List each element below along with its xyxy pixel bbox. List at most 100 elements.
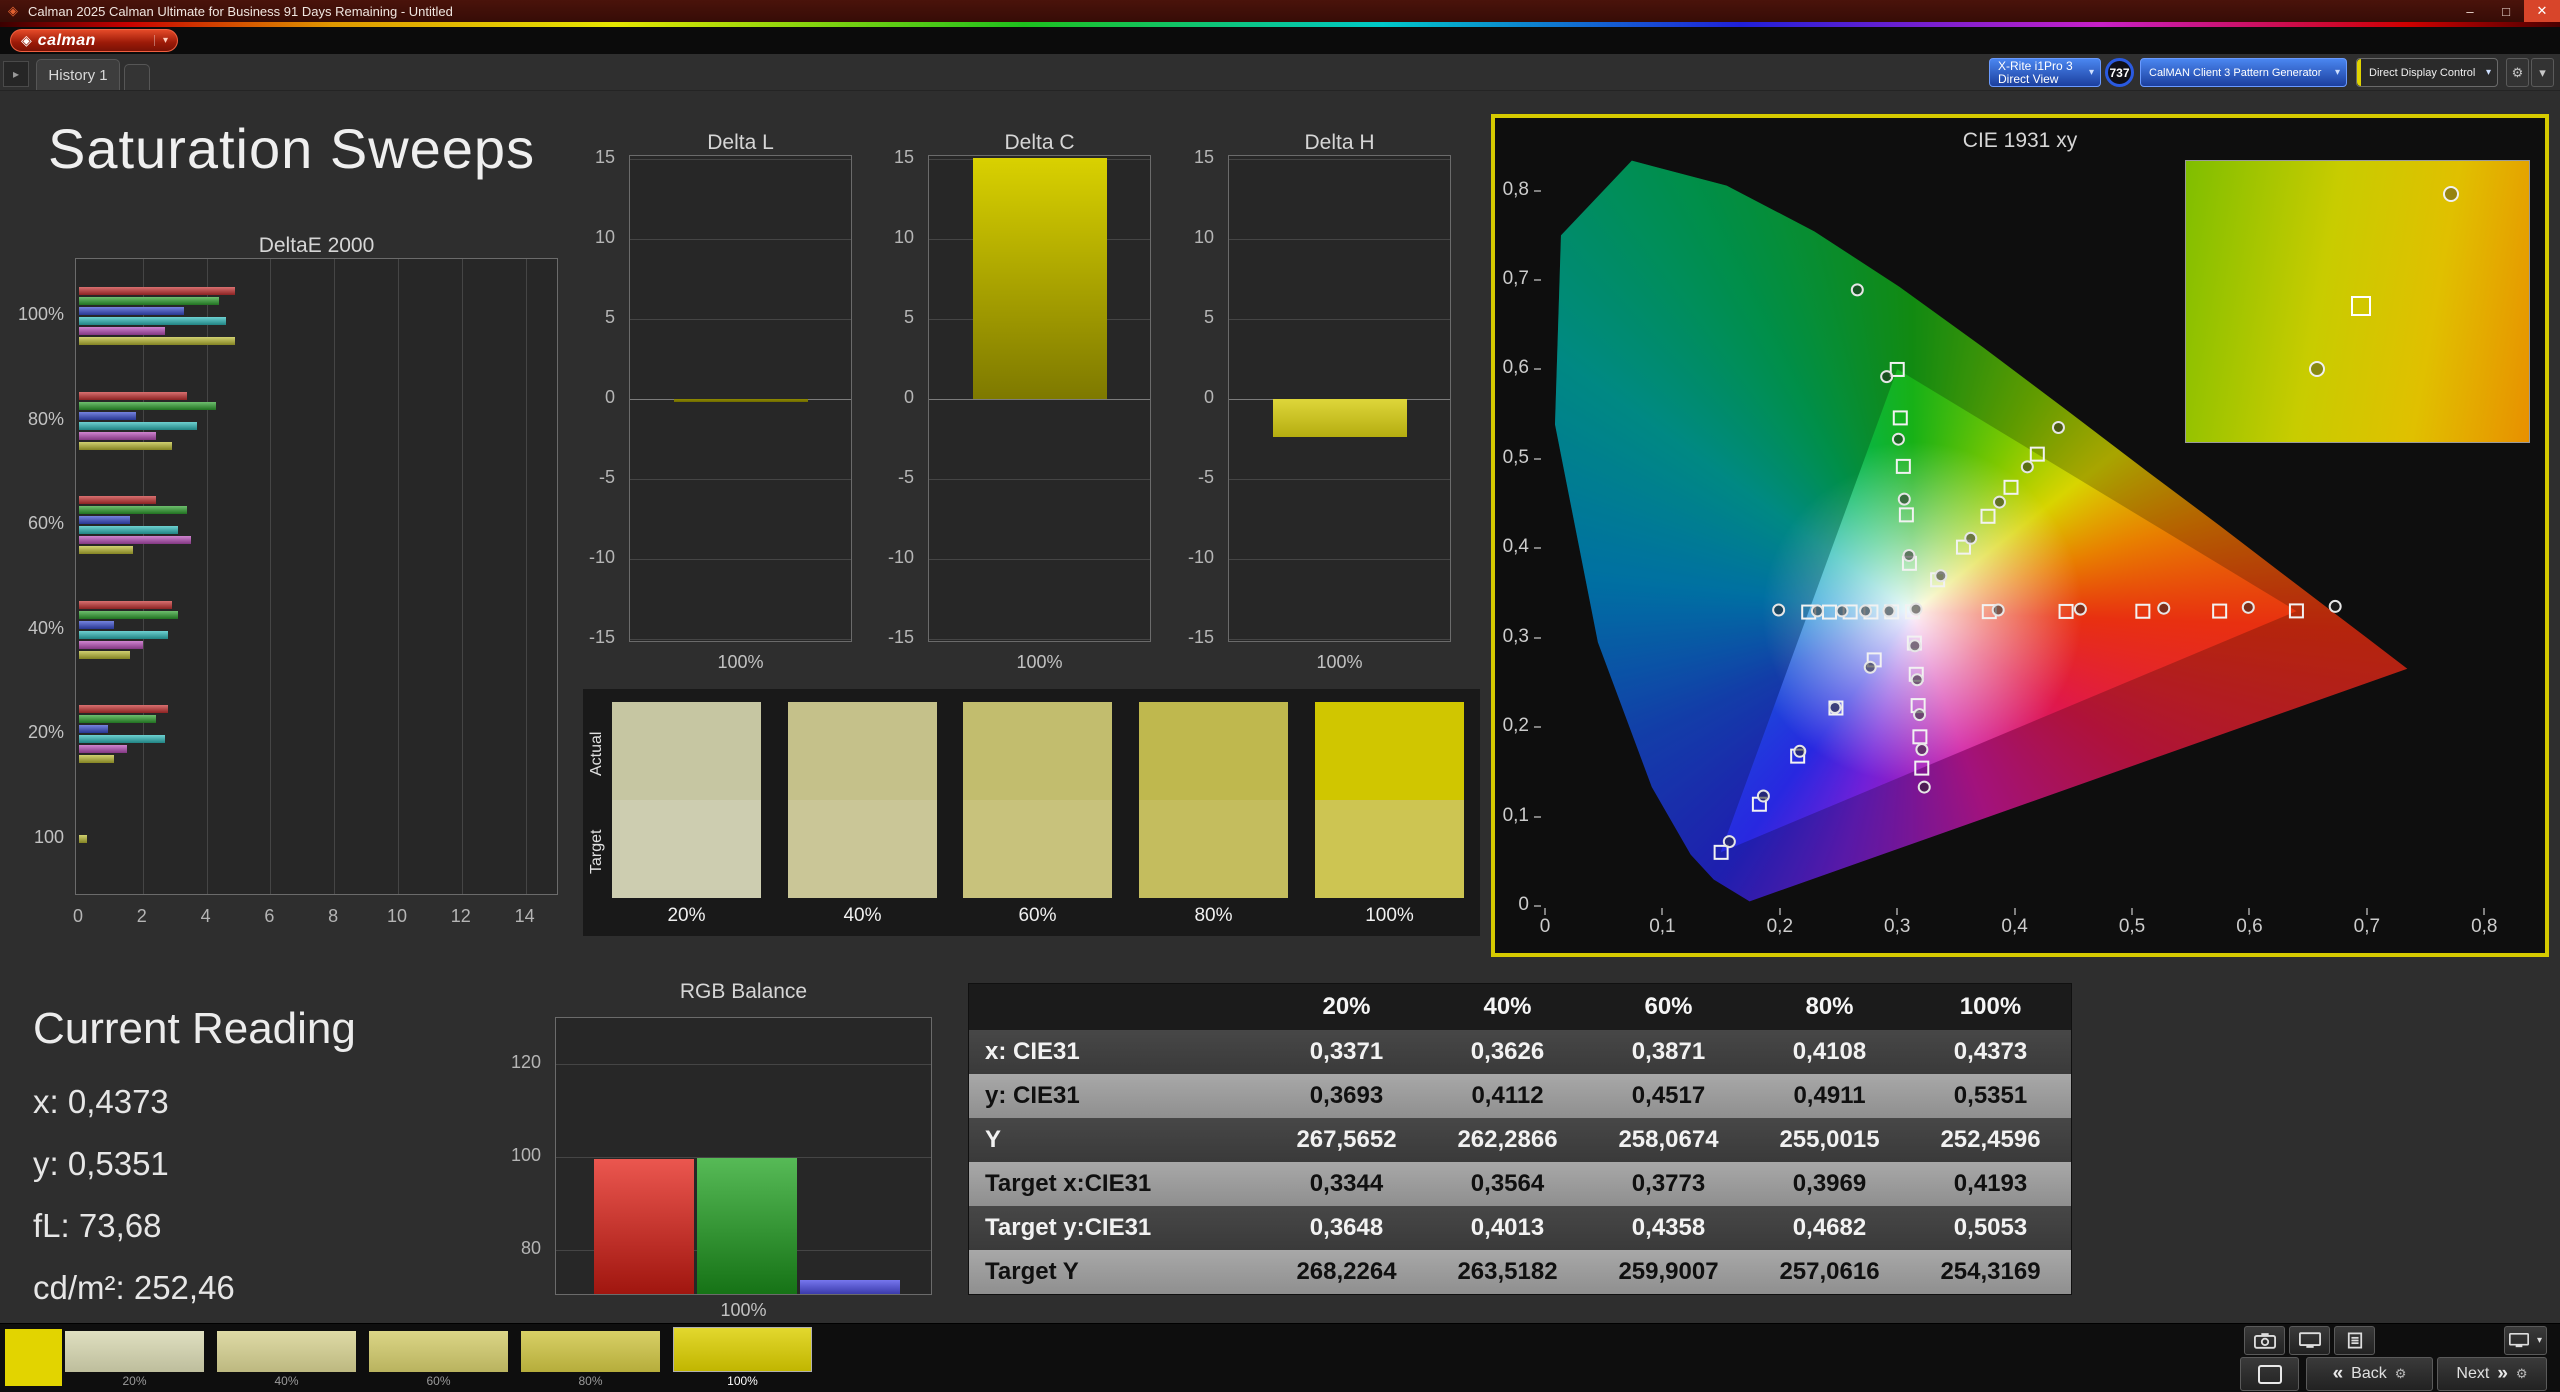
- tab-history-1[interactable]: History 1: [36, 59, 120, 90]
- screenshot-button[interactable]: [2244, 1326, 2285, 1355]
- footer-swatch-button[interactable]: [673, 1327, 812, 1372]
- chevron-down-icon: ▾: [2537, 1335, 2542, 1346]
- deltae-bar: [79, 422, 197, 430]
- close-button[interactable]: ✕: [2524, 0, 2560, 22]
- delta-c-bar: [973, 158, 1107, 399]
- next-button[interactable]: Next » ⚙: [2437, 1357, 2547, 1391]
- gridline: [270, 259, 271, 894]
- delta-c-ylabels: 151050-5-10-15: [860, 155, 920, 642]
- gridline: [630, 239, 851, 240]
- meter-status-badge: 737: [2105, 58, 2134, 87]
- deltae-bar: [79, 651, 130, 659]
- tab-stub[interactable]: [124, 64, 150, 90]
- axis-tick-label: -10: [1188, 547, 1214, 568]
- menubar: ◈ calman ▾: [0, 27, 2560, 54]
- calman-menu-button[interactable]: ◈ calman ▾: [10, 29, 178, 52]
- gridline: [1229, 559, 1450, 560]
- window-title: Calman 2025 Calman Ultimate for Business…: [28, 4, 453, 19]
- measured-circle: [1852, 284, 1863, 295]
- axis-tick-label: 80%: [28, 409, 64, 430]
- delta-h-bar: [1273, 399, 1407, 437]
- measured-circle: [1884, 605, 1895, 616]
- gridline: [929, 479, 1150, 480]
- deltae-bar: [79, 287, 235, 295]
- reading-x: x: 0,4373: [33, 1083, 169, 1121]
- gridline: [207, 259, 208, 894]
- deltae-bar: [79, 601, 172, 609]
- delta-l-plot: [629, 155, 852, 642]
- axis-tick-label: 100: [511, 1145, 541, 1166]
- table-cell: 0,3564: [1427, 1162, 1588, 1206]
- footer-swatch-button[interactable]: [369, 1331, 508, 1372]
- measured-circle: [2243, 602, 2254, 613]
- table-row-label: Target x:CIE31: [969, 1162, 1266, 1206]
- measured-circle: [1993, 605, 2004, 616]
- camera-icon: [2254, 1332, 2276, 1349]
- calman-logo-text: calman: [38, 32, 96, 50]
- footer-swatch-button[interactable]: [65, 1331, 204, 1372]
- tick-mark: [1534, 726, 1541, 728]
- measured-circle: [1881, 371, 1892, 382]
- target-square: [1715, 846, 1728, 859]
- table-cell: 254,3169: [1910, 1250, 2071, 1294]
- footer-swatch-label: 60%: [369, 1374, 508, 1388]
- tick-mark: [2248, 908, 2250, 915]
- display-control-button[interactable]: Direct Display Control ▾: [2356, 58, 2498, 87]
- deltae-bar: [79, 526, 178, 534]
- target-square: [2351, 296, 2371, 316]
- display-button[interactable]: [2289, 1326, 2330, 1355]
- settings-gear-button[interactable]: ⚙: [2506, 58, 2529, 87]
- gridline: [334, 259, 335, 894]
- next-label: Next: [2456, 1365, 2489, 1383]
- deltae-bar: [79, 621, 114, 629]
- footer-swatch-button[interactable]: [217, 1331, 356, 1372]
- gridline: [1229, 639, 1450, 640]
- window-controls: – □ ✕: [2452, 0, 2560, 22]
- footer-swatch-button[interactable]: [521, 1331, 660, 1372]
- settings-dropdown-button[interactable]: ▾: [2531, 58, 2554, 87]
- axis-tick-label: -15: [888, 627, 914, 648]
- target-swatch-half: [963, 800, 1112, 898]
- axis-tick-label: 0: [1518, 894, 1529, 916]
- axis-tick-label: 0,7: [1503, 268, 1529, 290]
- axis-tick-label: 12: [441, 906, 481, 927]
- tick-mark: [1534, 816, 1541, 818]
- target-square: [1897, 460, 1910, 473]
- table-cell: 0,4358: [1588, 1206, 1749, 1250]
- table-cell: 0,4911: [1749, 1074, 1910, 1118]
- measured-circle: [2309, 361, 2325, 377]
- measured-circle: [1794, 746, 1805, 757]
- table-header-cell: 80%: [1749, 984, 1910, 1030]
- gear-icon: ⚙: [2395, 1366, 2407, 1382]
- axis-tick-label: 60%: [28, 513, 64, 534]
- display-control-label: Direct Display Control: [2369, 67, 2475, 79]
- measured-circle: [1903, 550, 1914, 561]
- saturation-swatch: [612, 702, 761, 898]
- layout-button[interactable]: ▾: [2504, 1326, 2547, 1355]
- deltae-bar: [79, 307, 184, 315]
- axis-tick-label: 0,2: [1750, 916, 1810, 938]
- axis-tick-label: 5: [904, 307, 914, 328]
- meter-connect-button[interactable]: X-Rite i1Pro 3 Direct View ▾: [1989, 58, 2101, 87]
- measured-circle: [1994, 497, 2005, 508]
- swatch-level-label: 80%: [1139, 905, 1288, 927]
- chevron-down-icon: ▾: [2089, 67, 2094, 78]
- delta-h-ylabels: 151050-5-10-15: [1160, 155, 1220, 642]
- report-button[interactable]: [2334, 1326, 2375, 1355]
- rgb-bar-green: [697, 1158, 797, 1295]
- tick-mark: [1534, 279, 1541, 281]
- actual-swatch-half: [1315, 702, 1464, 800]
- rgb-title: RGB Balance: [555, 980, 932, 1004]
- gridline: [1229, 159, 1450, 160]
- chevron-down-icon: ▾: [2486, 67, 2491, 78]
- axis-tick-label: 10: [1194, 227, 1214, 248]
- chevron-down-icon: ▾: [154, 35, 168, 46]
- minimize-button[interactable]: –: [2452, 0, 2488, 22]
- tab-scroll-button[interactable]: ▸: [3, 61, 29, 87]
- footer-swatch-label: 80%: [521, 1374, 660, 1388]
- axis-tick-label: 6: [249, 906, 289, 927]
- back-button[interactable]: « Back ⚙: [2306, 1357, 2433, 1391]
- pattern-window-button[interactable]: [2240, 1357, 2299, 1391]
- maximize-button[interactable]: □: [2488, 0, 2524, 22]
- pattern-generator-button[interactable]: CalMAN Client 3 Pattern Generator ▾: [2140, 58, 2347, 87]
